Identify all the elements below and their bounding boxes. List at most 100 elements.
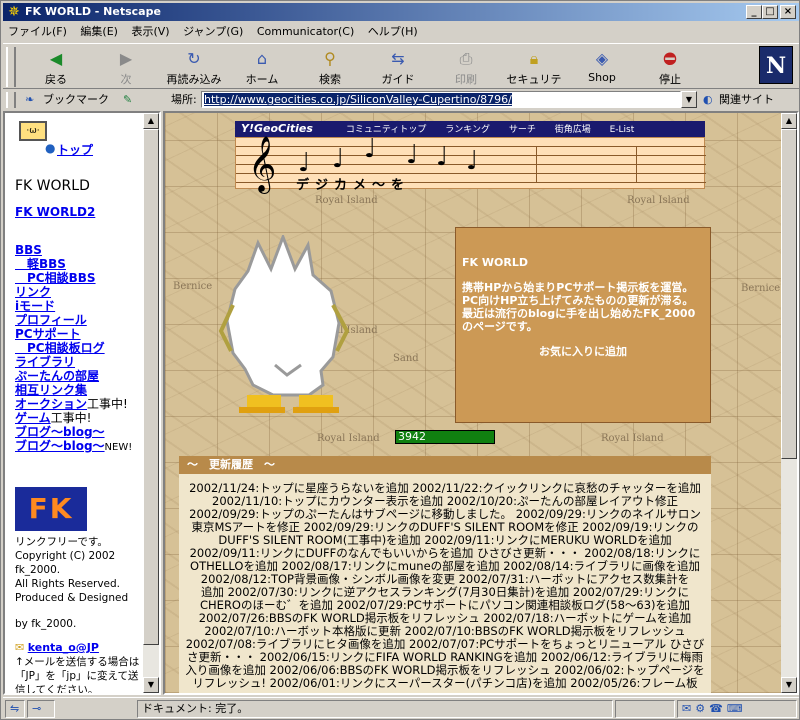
geo-ranking-link[interactable]: ランキング: [437, 122, 498, 138]
left-frame-scrollbar[interactable]: ▲ ▼: [143, 113, 159, 693]
menu-edit[interactable]: 編集(E): [75, 22, 123, 41]
search-label: 検索: [319, 73, 341, 86]
mail-link[interactable]: kenta_o@JP: [28, 641, 99, 654]
nav-bbs[interactable]: BBS: [15, 243, 145, 257]
scroll-up-button[interactable]: ▲: [143, 113, 159, 129]
menu-communicator[interactable]: Communicator(C): [252, 22, 359, 41]
menu-view[interactable]: 表示(V): [126, 22, 174, 41]
location-grip[interactable]: [6, 92, 16, 108]
reload-button[interactable]: ↻ 再読み込み: [163, 47, 225, 87]
forward-label: 次: [120, 73, 132, 86]
nav-mutual-links[interactable]: 相互リンク集: [15, 383, 145, 397]
nav-putan-room[interactable]: ぷーたんの部屋: [15, 369, 145, 383]
back-arrow-icon: ◀: [49, 49, 63, 68]
top-link-block: ·ω· ● トップ: [15, 117, 145, 163]
back-label: 戻る: [45, 73, 67, 86]
map-label: Royal Island: [627, 195, 690, 206]
copyright-spacer: [15, 605, 145, 617]
print-button[interactable]: ⎙ 印刷: [435, 47, 497, 87]
url-field[interactable]: http://www.geocities.co.jp/SiliconValley…: [201, 91, 681, 108]
staff-barline: [636, 146, 637, 183]
toolbar-grip[interactable]: [6, 47, 16, 87]
bookmarks-button[interactable]: ブックマーク: [43, 90, 109, 110]
nav-pc-bbs[interactable]: PC相談BBS: [15, 271, 145, 285]
print-label: 印刷: [455, 73, 477, 86]
location-label: 場所:: [171, 93, 197, 106]
menu-bar: ファイル(F) 編集(E) 表示(V) ジャンプ(G) Communicator…: [3, 22, 799, 41]
related-sites-button[interactable]: 関連サイト: [719, 90, 774, 110]
stop-button[interactable]: ⛔︎ 停止: [639, 47, 701, 87]
nav-game[interactable]: ゲーム: [15, 411, 51, 425]
bird-mascot-image: [218, 235, 350, 413]
search-button[interactable]: ⚲ 検索: [299, 47, 361, 87]
info-body-1: 携帯HPから始まりPCサポート掲示板を運営。: [462, 281, 694, 294]
netscape-logo[interactable]: N: [759, 46, 793, 84]
guide-signpost-icon: ⇆: [391, 49, 405, 68]
shop-button[interactable]: ◈ Shop: [571, 47, 633, 87]
menu-file[interactable]: ファイル(F): [3, 22, 72, 41]
maximize-button[interactable]: □: [762, 5, 778, 19]
nav-imode[interactable]: iモード: [15, 299, 145, 313]
back-button[interactable]: ◀ 戻る: [25, 47, 87, 87]
news-line: 2002/07/08:ライブラリにヒタ画像を追加 2002/07/07:PCサポ…: [185, 637, 705, 690]
nav-link[interactable]: リンク: [15, 285, 145, 299]
component-bar[interactable]: ✉⚙☎⌨: [677, 700, 797, 718]
main-frame-scrollbar[interactable]: ▲ ▼: [781, 113, 797, 693]
staff-barline: [536, 146, 537, 183]
minimize-button[interactable]: _: [746, 5, 762, 19]
top-link[interactable]: トップ: [57, 143, 93, 157]
music-note-icon: ♩: [364, 134, 377, 164]
nav-pc-support[interactable]: PCサポート: [15, 327, 145, 341]
nav-profile[interactable]: プロフィール: [15, 313, 145, 327]
nav-blog[interactable]: ブログ～blog～: [15, 425, 145, 439]
lock-icon: 🔒︎: [529, 49, 539, 68]
nav-light-bbs[interactable]: 軽BBS: [15, 257, 145, 271]
music-note-icon: ♩: [436, 142, 449, 172]
menu-help[interactable]: ヘルプ(H): [363, 22, 423, 41]
url-dropdown-button[interactable]: ▼: [681, 91, 697, 108]
title-bar: ✵ FK WORLD - Netscape: [3, 3, 799, 21]
close-button[interactable]: ×: [780, 5, 796, 19]
menu-go[interactable]: ジャンプ(G): [178, 22, 248, 41]
computer-icon: ·ω·: [19, 121, 47, 141]
nav-auction[interactable]: オークション: [15, 397, 87, 411]
security-button[interactable]: 🔒︎セキュリティ: [503, 47, 565, 102]
status-text: ドキュメント: 完了。: [137, 700, 613, 718]
geo-community-link[interactable]: コミュニティトップ: [338, 122, 434, 138]
info-box: FK WORLD 携帯HPから始まりPCサポート掲示板を運営。 PC向けHP立ち…: [455, 227, 711, 423]
copyright-line: リンクフリーです。: [15, 536, 108, 548]
main-scroll-down-button[interactable]: ▼: [781, 677, 797, 693]
guide-button[interactable]: ⇆ ガイド: [367, 47, 429, 87]
stop-label: 停止: [659, 73, 681, 86]
nav-list: BBS 軽BBS PC相談BBS リンク iモード プロフィール PCサポート …: [15, 243, 145, 455]
music-staff-banner[interactable]: 𝄞 ♩ ♩ ♩ ♩ ♩ ♩ デジカメ～を: [235, 134, 706, 193]
scroll-down-button[interactable]: ▼: [143, 677, 159, 693]
printer-icon: ⎙: [459, 49, 473, 68]
browser-window: ✵ FK WORLD - Netscape _ □ × ファイル(F) 編集(E…: [0, 0, 800, 720]
site-title: FK WORLD: [15, 178, 90, 194]
page-proxy-icon[interactable]: ✎: [123, 90, 132, 110]
nav-pc-log[interactable]: PC相談板ログ: [15, 341, 145, 355]
geocities-logo[interactable]: Y!GeoCities: [235, 121, 335, 137]
geo-search-link[interactable]: サーチ: [501, 122, 544, 138]
fk-logo: FK: [15, 487, 87, 531]
scroll-thumb[interactable]: [143, 129, 159, 645]
map-label: Bernice: [741, 283, 781, 294]
bookmark-icon: ❧: [25, 93, 35, 106]
forward-button[interactable]: ▶ 次: [95, 47, 157, 87]
geo-elist-link[interactable]: E-List: [602, 122, 643, 138]
connection-icon: ⇋: [5, 700, 25, 718]
main-content-frame: Royal Island Royal Island Royal Island B…: [163, 111, 799, 695]
fk-world2-link[interactable]: FK WORLD2: [15, 205, 95, 219]
home-button[interactable]: ⌂ ホーム: [231, 47, 293, 87]
main-scroll-up-button[interactable]: ▲: [781, 113, 797, 129]
add-favorite-link[interactable]: お気に入りに追加: [462, 345, 704, 358]
nav-blog-2[interactable]: ブログ～blog～: [15, 439, 105, 453]
nav-library[interactable]: ライブラリ: [15, 355, 145, 369]
reload-icon: ↻: [187, 49, 201, 68]
info-body-2: PC向けHP立ち上げてみたものの更新が滞る。: [462, 294, 694, 307]
main-scroll-thumb[interactable]: [781, 129, 797, 459]
geo-plaza-link[interactable]: 街角広場: [547, 122, 599, 138]
map-label: Sand: [393, 353, 419, 364]
copyright-line: Produced & Designed: [15, 592, 129, 604]
